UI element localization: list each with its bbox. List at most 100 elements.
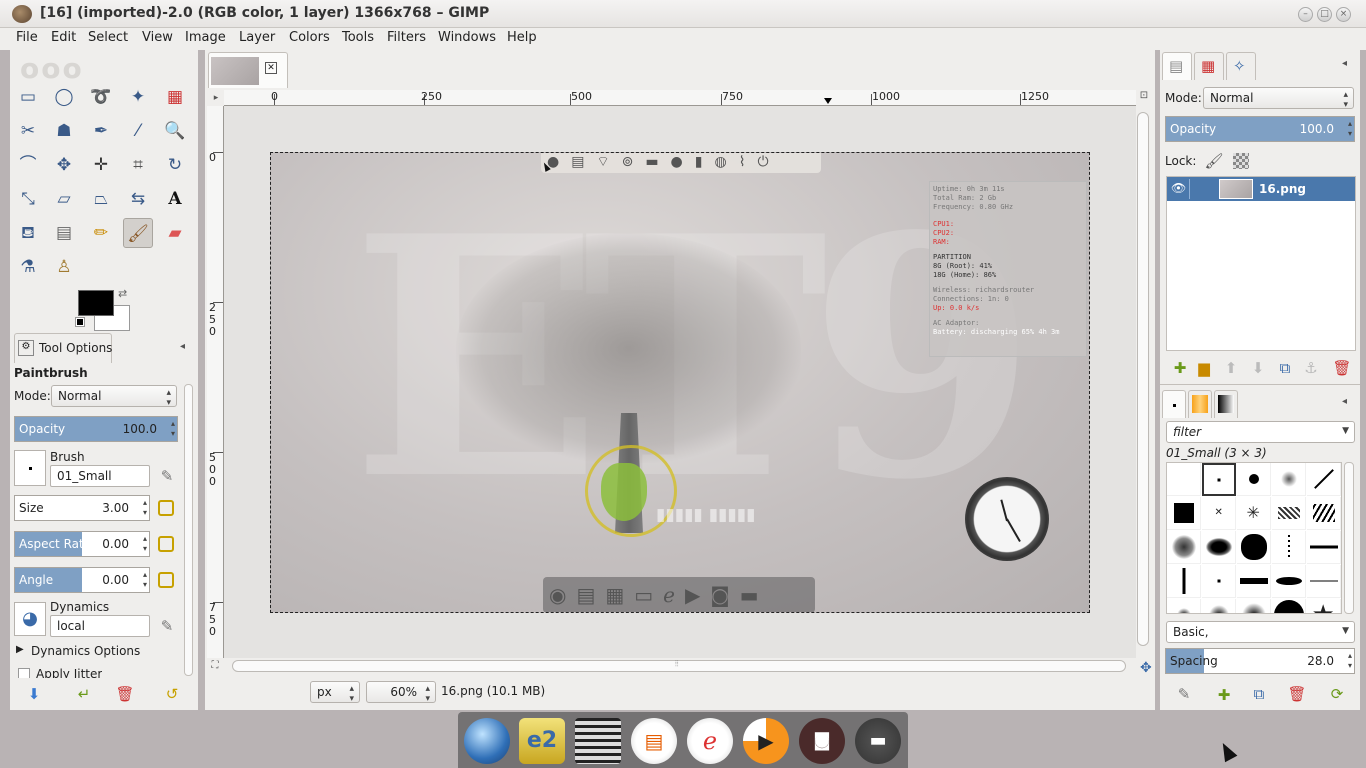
brush-item[interactable] [1167,531,1201,564]
brush-item[interactable] [1307,565,1341,598]
close-tab-icon[interactable]: ✕ [265,62,277,74]
new-layer-group-icon[interactable]: ▆ [1194,358,1214,378]
aspect-ratio-slider[interactable]: Aspect Ratio 0.00 ▴ ▾ [14,531,150,557]
edit-brush-icon[interactable]: ✎ [1174,684,1194,704]
menu-layer[interactable]: Layer [239,30,275,45]
select-by-color-icon[interactable]: ▦ [160,82,190,112]
angle-slider[interactable]: Angle 0.00 ▴ ▾ [14,567,150,593]
brush-tag-select[interactable]: Basic, ▼ [1166,621,1355,643]
anchor-layer-icon[interactable]: ⚓ [1301,358,1321,378]
duplicate-layer-icon[interactable]: ⧉ [1275,358,1295,378]
brush-spacing-slider[interactable]: Spacing 28.0 ▴ ▾ [1165,648,1355,674]
dynamics-options-expander[interactable]: Dynamics Options [31,644,140,658]
unit-select[interactable]: px ▴ ▾ [310,681,360,704]
brush-item[interactable]: ★ [1307,599,1341,613]
brush-item[interactable] [1307,463,1341,496]
edit-brush-icon[interactable]: ✎ [157,466,177,486]
dock-terminal-icon[interactable] [575,718,621,764]
paintbrush-icon[interactable]: 🖌 [123,218,153,248]
brush-item[interactable] [1272,565,1306,598]
layer-list[interactable] [1166,176,1356,351]
reset-angle-icon[interactable] [158,572,174,588]
delete-layer-icon[interactable]: 🗑 [1332,358,1352,378]
text-tool-icon[interactable]: A [160,184,190,214]
lower-layer-icon[interactable]: ⬇ [1248,358,1268,378]
scale-icon[interactable]: ⤡ [13,184,43,214]
pencil-icon[interactable]: ✏ [86,218,116,248]
navigate-icon[interactable]: ⛶ [208,660,222,674]
brushes-tab-icon[interactable] [1162,390,1186,418]
image-canvas[interactable]: ET9 ●▤⌔⊚▬●▮◍⌇⏻ Uptime: 0h 3m 11s Total R… [270,152,1090,613]
new-layer-icon[interactable]: ✚ [1170,358,1190,378]
flip-icon[interactable]: ⇆ [123,184,153,214]
menu-view[interactable]: View [142,30,173,45]
reset-aspect-icon[interactable] [158,536,174,552]
swap-colors-icon[interactable]: ⇄ [118,287,127,300]
menu-windows[interactable]: Windows [438,30,496,45]
layer-opacity-slider[interactable]: Opacity 100.0 ▴ ▾ [1165,116,1355,142]
dock-browser-icon[interactable] [464,718,510,764]
gradients-tab-icon[interactable] [1214,390,1238,418]
dynamics-preview-icon[interactable]: ◕ [14,602,46,636]
menu-tools[interactable]: Tools [342,30,374,45]
quick-mask-menu-icon[interactable]: ▸ [208,90,224,106]
brush-item[interactable] [1272,599,1306,613]
brush-item-selected[interactable] [1202,463,1236,496]
zoom-select[interactable]: 60% ▴ ▾ [366,681,436,704]
image-tab[interactable]: ✕ [208,52,288,88]
channels-tab-icon[interactable]: ▦ [1194,52,1224,80]
expander-arrow-icon[interactable]: ▶ [16,644,24,655]
edit-dynamics-icon[interactable]: ✎ [157,616,177,636]
brush-item[interactable] [1202,565,1236,598]
tool-options-scrollbar[interactable] [184,384,193,676]
size-slider[interactable]: Size 3.00 ▴ ▾ [14,495,150,521]
brush-item[interactable] [1202,531,1236,564]
horizontal-ruler[interactable]: 0 250 500 750 1000 1250 [224,90,1136,106]
tool-options-tab[interactable]: ⚙ Tool Options [14,333,112,363]
measure-icon[interactable]: ⌒ [13,150,43,180]
foreground-color-swatch[interactable] [78,290,114,316]
paths-tab-icon[interactable]: ✧ [1226,52,1256,80]
reset-options-icon[interactable]: ↺ [162,684,182,704]
scissors-icon[interactable]: ✂ [13,116,43,146]
dock-separator[interactable] [1160,384,1360,386]
dynamics-name-field[interactable]: local [50,615,150,637]
brush-item[interactable] [1237,599,1271,613]
brushes-menu-icon[interactable]: ◂ [1342,396,1347,407]
lock-pixels-icon[interactable]: 🖌 [1204,151,1224,171]
dock-media-player-icon[interactable]: ▶ [743,718,789,764]
brush-filter-input[interactable]: filter ▼ [1166,421,1355,443]
paths-icon[interactable]: ✒ [86,116,116,146]
spin-arrows-icon[interactable]: ▴ ▾ [1348,119,1352,139]
crop-icon[interactable]: ⌗ [123,150,153,180]
delete-options-icon[interactable]: 🗑 [115,684,135,704]
default-colors-icon[interactable] [75,317,85,327]
brush-item[interactable] [1167,599,1201,613]
layer-mode-select[interactable]: Normal ▴ ▾ [1203,87,1354,110]
spin-arrows-icon[interactable]: ▴ ▾ [1348,651,1352,671]
brush-item[interactable] [1167,463,1201,496]
menu-image[interactable]: Image [185,30,226,45]
brush-item[interactable]: ✕ [1202,497,1236,530]
spin-arrows-icon[interactable]: ▴ ▾ [143,534,147,554]
tool-options-menu-icon[interactable]: ◂ [180,341,185,352]
duplicate-brush-icon[interactable]: ⧉ [1249,684,1269,704]
layer-chain-toggle[interactable] [1189,179,1207,199]
zoom-to-fit-icon[interactable]: ⊡ [1137,90,1151,106]
brush-item[interactable] [1272,531,1306,564]
spin-arrows-icon[interactable]: ▴ ▾ [171,419,175,439]
free-select-icon[interactable]: ➰ [86,82,116,112]
reset-size-icon[interactable] [158,500,174,516]
mode-select[interactable]: Normal ▴ ▾ [51,385,177,408]
navigate-image-icon[interactable]: ✥ [1140,660,1152,676]
blend-icon[interactable]: ▤ [49,218,79,248]
restore-options-icon[interactable]: ↵ [74,684,94,704]
fuzzy-select-icon[interactable]: ✦ [123,82,153,112]
brush-item[interactable]: ✳ [1237,497,1271,530]
layer-name[interactable]: 16.png [1259,182,1306,196]
maximize-button[interactable]: □ [1317,7,1332,22]
horizontal-scrollbar[interactable]: ⦙⦙ [232,659,1126,672]
minimize-button[interactable]: – [1298,7,1313,22]
layer-visibility-eye-icon[interactable]: 👁 [1171,181,1186,195]
spin-arrows-icon[interactable]: ▴ ▾ [143,498,147,518]
